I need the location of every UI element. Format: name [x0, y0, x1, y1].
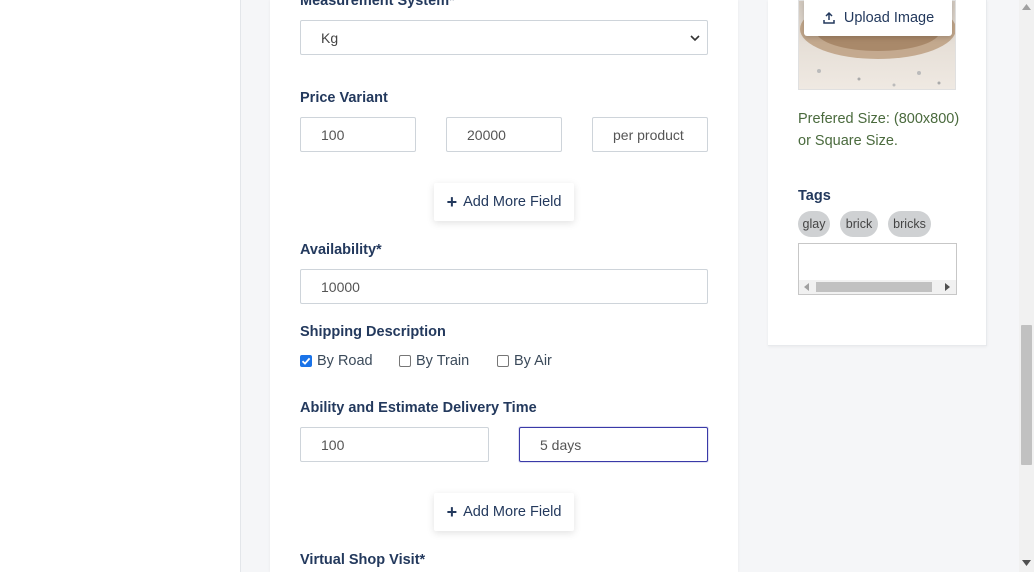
page-scroll-thumb[interactable]	[1021, 325, 1032, 465]
tags-label: Tags	[798, 188, 831, 204]
availability-input[interactable]: 10000	[300, 269, 708, 304]
left-panel	[0, 0, 241, 572]
scroll-up-icon[interactable]	[1022, 3, 1031, 10]
page-vertical-scrollbar[interactable]	[1019, 0, 1034, 572]
add-more-field-label: Add More Field	[463, 504, 562, 520]
scroll-left-icon[interactable]	[803, 283, 811, 291]
delivery-time-label: Ability and Estimate Delivery Time	[300, 400, 537, 416]
price-variant-label: Price Variant	[300, 90, 388, 106]
tags-scroll-thumb[interactable]	[816, 282, 932, 292]
tags-input[interactable]	[798, 243, 957, 295]
shipping-by-train-checkbox[interactable]: By Train	[399, 353, 469, 369]
upload-image-button[interactable]: Upload Image	[804, 0, 952, 36]
checkbox-icon	[497, 355, 509, 367]
add-more-field-label: Add More Field	[463, 194, 562, 210]
checkbox-icon	[399, 355, 411, 367]
chevron-down-icon	[690, 34, 700, 41]
measurement-system-label: Measurement System*	[300, 0, 455, 9]
shipping-by-road-label: By Road	[317, 353, 373, 369]
tag-chip[interactable]: brick	[840, 211, 878, 237]
availability-label: Availability*	[300, 242, 382, 258]
add-more-price-field-button[interactable]: + Add More Field	[434, 183, 574, 221]
shipping-description-label: Shipping Description	[300, 324, 446, 340]
scroll-down-icon[interactable]	[1022, 560, 1031, 567]
measurement-system-value: Kg	[321, 29, 339, 46]
plus-icon: +	[446, 192, 458, 212]
shipping-by-train-label: By Train	[416, 353, 470, 369]
upload-image-label: Upload Image	[843, 10, 935, 26]
upload-icon	[823, 11, 835, 24]
tag-chip[interactable]: glay	[798, 211, 830, 237]
delivery-estimate-input[interactable]: 5 days	[519, 427, 708, 462]
shipping-by-air-checkbox[interactable]: By Air	[497, 353, 552, 369]
price-variant-price-input[interactable]: 20000	[446, 117, 562, 152]
scroll-right-icon[interactable]	[943, 283, 951, 291]
shipping-by-road-checkbox[interactable]: By Road	[300, 353, 373, 369]
preferred-size-text: Prefered Size: (800x800) or Square Size.	[798, 111, 960, 149]
price-variant-unit-input[interactable]: per product	[592, 117, 708, 152]
tags-horizontal-scrollbar[interactable]	[799, 280, 956, 294]
add-more-delivery-field-button[interactable]: + Add More Field	[434, 493, 574, 531]
price-variant-quantity-input[interactable]: 100	[300, 117, 416, 152]
measurement-system-select[interactable]: Kg	[300, 20, 708, 55]
plus-icon: +	[446, 502, 458, 522]
checkbox-checked-icon	[300, 355, 312, 367]
delivery-ability-input[interactable]: 100	[300, 427, 489, 462]
tag-chip[interactable]: bricks	[888, 211, 931, 237]
virtual-shop-visit-label: Virtual Shop Visit*	[300, 552, 426, 568]
shipping-by-air-label: By Air	[514, 353, 552, 369]
